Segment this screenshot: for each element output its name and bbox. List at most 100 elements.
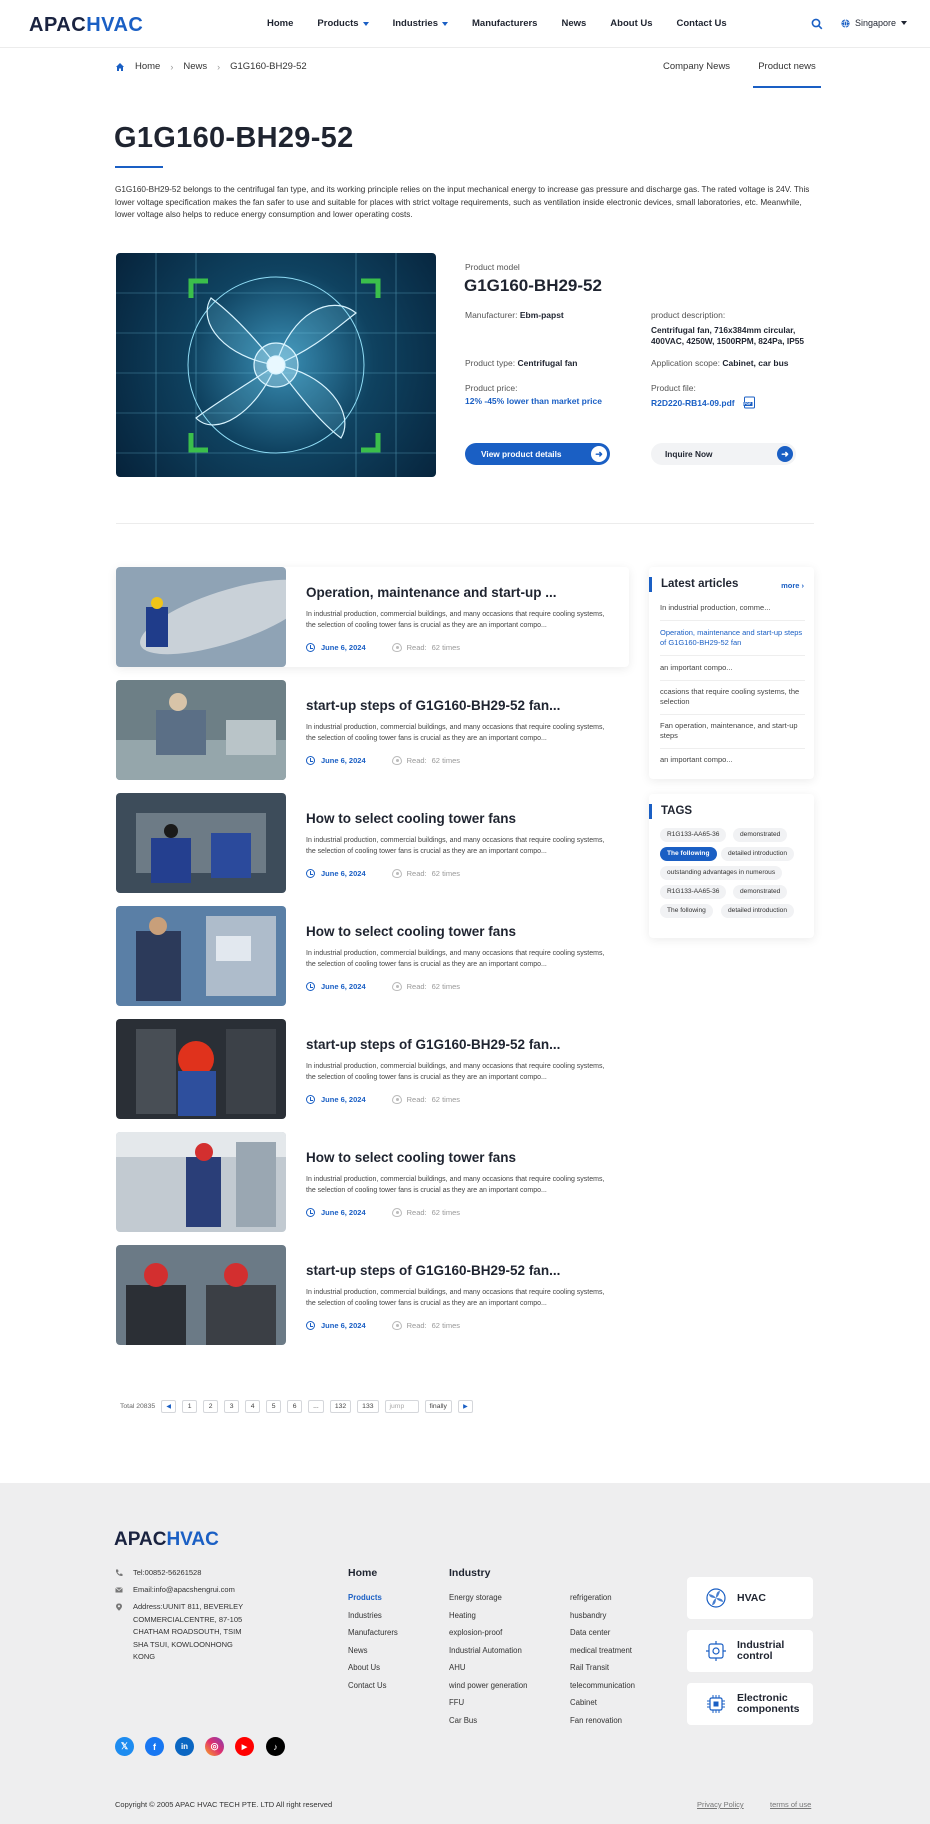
terms-of-use-link[interactable]: terms of use: [770, 1800, 811, 1809]
linkedin-icon[interactable]: in: [175, 1737, 194, 1756]
article-card[interactable]: How to select cooling tower fans In indus…: [116, 906, 629, 1006]
jump-input[interactable]: jump: [384, 1400, 419, 1413]
tab-company-news[interactable]: Company News: [663, 61, 730, 72]
latest-article-item[interactable]: In industrial production, comme...: [660, 603, 805, 613]
tag-item[interactable]: detailed introduction: [721, 847, 795, 861]
article-card[interactable]: start-up steps of G1G160-BH29-52 fan... I…: [116, 680, 629, 780]
footer-home-link[interactable]: Contact Us: [348, 1681, 387, 1690]
footer-industry-link[interactable]: Fan renovation: [570, 1716, 622, 1725]
tag-item[interactable]: The following: [660, 904, 713, 918]
product-file-link[interactable]: R2D220-RB14-09.pdf PDF: [651, 396, 756, 409]
footer-industry-link[interactable]: Industrial Automation: [449, 1646, 522, 1655]
tag-item[interactable]: demonstrated: [733, 828, 788, 842]
nav-contact-us[interactable]: Contact Us: [677, 18, 727, 29]
tag-item[interactable]: demonstrated: [733, 885, 788, 899]
footer-home-link[interactable]: Industries: [348, 1611, 382, 1620]
footer-industry-link[interactable]: telecommunication: [570, 1681, 635, 1690]
article-card[interactable]: start-up steps of G1G160-BH29-52 fan... I…: [116, 1245, 629, 1345]
footer-card-hvac[interactable]: HVAC: [687, 1577, 813, 1619]
instagram-icon[interactable]: ◎: [205, 1737, 224, 1756]
article-thumbnail[interactable]: [116, 1132, 286, 1232]
nav-products[interactable]: Products: [317, 18, 369, 29]
twitter-x-icon[interactable]: 𝕏: [115, 1737, 134, 1756]
footer-industry-link[interactable]: medical treatment: [570, 1646, 632, 1655]
article-card[interactable]: Operation, maintenance and start-up ... I…: [116, 567, 629, 667]
breadcrumb-news[interactable]: News: [183, 61, 207, 72]
page-6[interactable]: 6: [287, 1400, 303, 1413]
article-card[interactable]: How to select cooling tower fans In indus…: [116, 793, 629, 893]
footer-logo[interactable]: APACHVAC: [114, 1529, 219, 1551]
page-2[interactable]: 2: [203, 1400, 219, 1413]
latest-article-item[interactable]: an important compo...: [660, 755, 805, 765]
article-thumbnail[interactable]: [116, 1019, 286, 1119]
footer-industry-link[interactable]: FFU: [449, 1698, 464, 1707]
footer-home-link[interactable]: Manufacturers: [348, 1628, 398, 1637]
article-title[interactable]: start-up steps of G1G160-BH29-52 fan...: [306, 1263, 560, 1278]
article-title[interactable]: start-up steps of G1G160-BH29-52 fan...: [306, 1037, 560, 1052]
article-thumbnail[interactable]: [116, 567, 286, 667]
youtube-icon[interactable]: ▶: [235, 1737, 254, 1756]
article-thumbnail[interactable]: [116, 1245, 286, 1345]
article-thumbnail[interactable]: [116, 793, 286, 893]
footer-industry-link[interactable]: Cabinet: [570, 1698, 597, 1707]
article-title[interactable]: Operation, maintenance and start-up ...: [306, 585, 557, 600]
page-5[interactable]: 5: [266, 1400, 282, 1413]
footer-industry-link[interactable]: Energy storage: [449, 1593, 502, 1602]
footer-card-industrial-control[interactable]: Industrial control: [687, 1630, 813, 1672]
site-logo[interactable]: APACHVAC: [29, 14, 143, 37]
next-page-button[interactable]: ▶: [457, 1400, 473, 1413]
article-thumbnail[interactable]: [116, 680, 286, 780]
latest-article-item[interactable]: Fan operation, maintenance, and start-up…: [660, 721, 805, 741]
article-card[interactable]: How to select cooling tower fans In indus…: [116, 1132, 629, 1232]
footer-home-link[interactable]: News: [348, 1646, 368, 1655]
article-title[interactable]: start-up steps of G1G160-BH29-52 fan...: [306, 698, 560, 713]
footer-industry-link[interactable]: husbandry: [570, 1611, 606, 1620]
search-icon[interactable]: [811, 18, 823, 30]
home-icon[interactable]: [115, 62, 125, 72]
tiktok-icon[interactable]: ♪: [266, 1737, 285, 1756]
page-3[interactable]: 3: [224, 1400, 240, 1413]
article-title[interactable]: How to select cooling tower fans: [306, 1150, 516, 1165]
footer-industry-link[interactable]: Car Bus: [449, 1716, 477, 1725]
article-card[interactable]: start-up steps of G1G160-BH29-52 fan... I…: [116, 1019, 629, 1119]
footer-home-link[interactable]: Products: [348, 1593, 382, 1602]
page-132[interactable]: 132: [329, 1400, 352, 1413]
breadcrumb-home[interactable]: Home: [135, 61, 160, 72]
article-title[interactable]: How to select cooling tower fans: [306, 811, 516, 826]
tag-item[interactable]: R1G133-AA65-36: [660, 885, 727, 899]
facebook-icon[interactable]: f: [145, 1737, 164, 1756]
nav-news[interactable]: News: [561, 18, 586, 29]
article-title[interactable]: How to select cooling tower fans: [306, 924, 516, 939]
footer-industry-link[interactable]: Heating: [449, 1611, 476, 1620]
nav-about-us[interactable]: About Us: [610, 18, 652, 29]
footer-industry-link[interactable]: wind power generation: [449, 1681, 527, 1690]
latest-article-item[interactable]: Operation, maintenance and start-up step…: [660, 628, 805, 648]
tag-item[interactable]: detailed introduction: [721, 904, 795, 918]
nav-manufacturers[interactable]: Manufacturers: [472, 18, 537, 29]
footer-industry-link[interactable]: refrigeration: [570, 1593, 612, 1602]
tag-item[interactable]: The following: [660, 847, 717, 861]
nav-industries[interactable]: Industries: [393, 18, 448, 29]
footer-industry-link[interactable]: Rail Transit: [570, 1663, 609, 1672]
page-4[interactable]: 4: [245, 1400, 261, 1413]
footer-industry-link[interactable]: Data center: [570, 1628, 610, 1637]
page-1[interactable]: 1: [182, 1400, 198, 1413]
privacy-policy-link[interactable]: Privacy Policy: [697, 1800, 744, 1809]
finally-button[interactable]: finally: [424, 1400, 452, 1413]
footer-home-link[interactable]: About Us: [348, 1663, 380, 1672]
footer-card-electronic-components[interactable]: Electronic components: [687, 1683, 813, 1725]
inquire-now-button[interactable]: Inquire Now ➜: [651, 443, 796, 465]
region-selector[interactable]: Singapore: [841, 18, 908, 28]
nav-home[interactable]: Home: [267, 18, 293, 29]
view-product-details-button[interactable]: View product details ➜: [465, 443, 610, 465]
prev-page-button[interactable]: ◀: [161, 1400, 177, 1413]
tab-product-news[interactable]: Product news: [753, 61, 821, 88]
latest-article-item[interactable]: an important compo...: [660, 663, 805, 673]
more-link[interactable]: more ›: [781, 581, 804, 590]
latest-article-item[interactable]: ccasions that require cooling systems, t…: [660, 687, 805, 707]
article-thumbnail[interactable]: [116, 906, 286, 1006]
tag-item[interactable]: R1G133-AA65-36: [660, 828, 727, 842]
footer-industry-link[interactable]: AHU: [449, 1663, 465, 1672]
footer-industry-link[interactable]: explosion-proof: [449, 1628, 502, 1637]
tag-item[interactable]: outstanding advantages in numerous: [660, 866, 783, 880]
